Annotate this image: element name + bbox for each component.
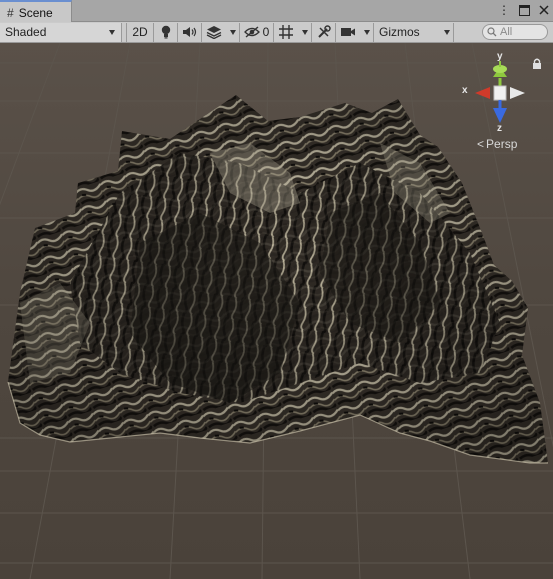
chevron-down-icon (109, 29, 115, 35)
video-camera-icon (341, 28, 355, 36)
gizmos-button[interactable]: Gizmos (374, 23, 440, 42)
lock-icon[interactable] (530, 57, 544, 71)
chevron-left-icon: < (477, 137, 485, 151)
z-axis-label: z (497, 123, 502, 134)
gizmos-label: Gizmos (379, 25, 420, 39)
chevron-down-icon (363, 29, 370, 35)
eye-hidden-icon (243, 26, 260, 38)
grid-icon: # (7, 5, 14, 20)
tab-bar: # Scene ⋮ (0, 0, 553, 23)
grid-dropdown[interactable] (298, 22, 312, 42)
tools-toggle-button[interactable] (312, 22, 336, 42)
effects-toggle-button[interactable] (202, 23, 226, 42)
projection-label: Persp (486, 137, 518, 151)
close-icon[interactable] (539, 5, 549, 15)
lightbulb-icon (161, 25, 170, 39)
tab-scene[interactable]: # Scene (0, 0, 72, 23)
search-icon (487, 27, 497, 37)
hidden-objects-toggle[interactable]: 0 (240, 22, 274, 42)
window-actions: ⋮ (498, 3, 549, 17)
speaker-icon (182, 27, 196, 37)
tab-scene-label: Scene (18, 5, 53, 20)
tools-icon (317, 25, 331, 38)
neg-x-axis-cone[interactable] (510, 87, 525, 99)
search-input[interactable] (500, 26, 544, 38)
lighting-toggle-button[interactable] (154, 22, 178, 42)
maximize-icon[interactable] (519, 4, 530, 16)
center-cube[interactable] (493, 85, 507, 101)
more-options-icon[interactable]: ⋮ (498, 3, 510, 17)
effects-dropdown[interactable] (226, 22, 240, 42)
hidden-count: 0 (262, 25, 270, 39)
draw-mode-dropdown[interactable]: Shaded (0, 22, 122, 42)
y-axis-label: y (497, 51, 503, 62)
scene-toolbar: Shaded 2D 0 Gizmos (0, 22, 553, 43)
layers-icon (206, 26, 222, 39)
x-axis-label: x (462, 85, 468, 96)
grid-toggle-button[interactable] (274, 23, 298, 42)
chevron-down-icon (443, 29, 450, 35)
grid-icon (279, 25, 293, 39)
projection-toggle[interactable]: < Persp (477, 137, 517, 151)
gizmos-dropdown[interactable] (440, 22, 454, 42)
scene-window: # Scene ⋮ Shaded 2D 0 Gizmos All y x z <… (0, 0, 553, 579)
x-axis-cone[interactable] (475, 87, 490, 99)
z-axis-cone[interactable] (493, 108, 507, 123)
camera-dropdown[interactable] (360, 22, 374, 42)
camera-settings-button[interactable] (336, 23, 360, 42)
scene-viewport[interactable]: y x z < Persp (0, 43, 553, 579)
chevron-down-icon (301, 29, 308, 35)
audio-toggle-button[interactable] (178, 22, 202, 42)
toggle-2d-button[interactable]: 2D (126, 22, 154, 42)
chevron-down-icon (229, 29, 236, 35)
draw-mode-value: Shaded (5, 25, 47, 39)
hierarchy-search-field[interactable] (482, 24, 548, 40)
